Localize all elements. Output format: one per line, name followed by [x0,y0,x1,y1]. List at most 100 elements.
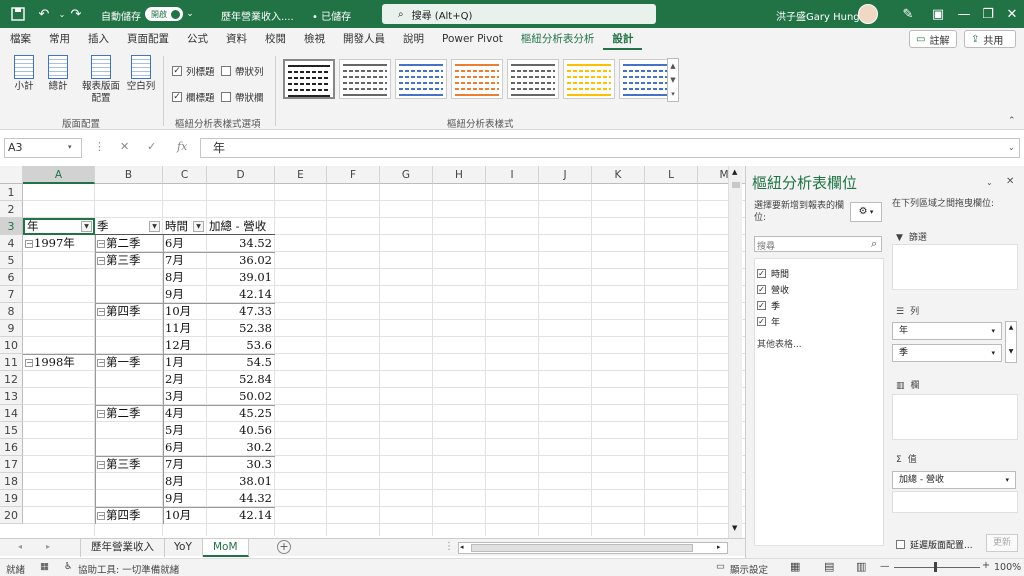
field-item-time[interactable]: ✓ 時間 [757,267,789,280]
report-layout-button[interactable]: 報表版面配置 [80,55,122,105]
pivot-value-cell[interactable]: 44.32 [207,490,275,507]
col-headers-checkbox[interactable]: ✓ 欄標題 [172,90,215,104]
row-header[interactable]: 2 [0,201,23,218]
zoom-slider[interactable] [894,562,980,572]
spreadsheet-grid[interactable]: A B C D E F G H I J K L M 1 2 3 4 5 6 7 8 9 10 11 12 13 14 15 16 17 18… [0,166,745,536]
rows-item-quarter[interactable]: 季 ▾ [892,344,1002,362]
avatar[interactable] [858,4,878,24]
row-header[interactable]: 14 [0,405,23,422]
zoom-slider-thumb[interactable] [934,562,937,572]
pivot-month-cell[interactable]: 10月 [163,507,207,524]
column-header[interactable]: G [380,166,433,184]
collapse-icon[interactable]: − [97,410,105,418]
row-header[interactable]: 11 [0,354,23,371]
undo-icon[interactable]: ↶ [34,4,54,24]
pivot-month-cell[interactable]: 3月 [163,388,207,405]
field-item-year[interactable]: ✓ 年 [757,315,780,328]
field-item-revenue[interactable]: ✓ 營收 [757,283,789,296]
pivot-value-cell[interactable]: 30.3 [207,456,275,473]
pivot-quarter-cell[interactable]: −第二季 [95,235,163,252]
column-header[interactable]: B [95,166,163,184]
pivot-value-cell[interactable]: 38.01 [207,473,275,490]
pane-close-icon[interactable]: ✕ [1006,176,1014,187]
collapse-icon[interactable]: − [97,461,105,469]
normal-view-icon[interactable]: ▦ [790,560,800,573]
expand-formula-icon[interactable]: ⌄ [1008,143,1015,152]
column-header[interactable]: I [486,166,539,184]
close-icon[interactable]: ✕ [1002,4,1022,24]
pivot-month-cell[interactable]: 1月 [163,354,207,371]
pivot-month-cell[interactable]: 7月 [163,456,207,473]
column-header[interactable]: K [592,166,645,184]
rows-scrollbar[interactable]: ▲ ▼ [1005,321,1017,363]
pivot-month-cell[interactable]: 6月 [163,439,207,456]
customize-qat-icon[interactable]: ⌄ [180,4,200,24]
scroll-down-icon[interactable]: ▼ [732,524,737,532]
column-header[interactable]: L [645,166,698,184]
search-box[interactable]: ⌕ 搜尋 (Alt+Q) [382,4,656,24]
pivot-style-swatch[interactable] [283,59,335,99]
pivot-month-cell[interactable]: 9月 [163,490,207,507]
row-header[interactable]: 12 [0,371,23,388]
row-header[interactable]: 20 [0,507,23,524]
column-header[interactable]: D [207,166,275,184]
rows-item-year[interactable]: 年 ▾ [892,322,1002,340]
pivot-value-cell[interactable]: 54.5 [207,354,275,371]
cancel-icon[interactable]: ✕ [120,140,129,153]
tab-power-pivot[interactable]: Power Pivot [433,28,512,50]
defer-layout-checkbox[interactable]: 延遲版面配置... [896,538,973,551]
scroll-thumb[interactable] [732,182,740,188]
comment-button[interactable]: ▭ 註解 [909,30,957,48]
name-box-dropdown-icon[interactable]: ▾ [68,143,72,151]
display-settings-icon[interactable]: ▭ [716,561,725,572]
row-header[interactable]: 16 [0,439,23,456]
more-tables-link[interactable]: 其他表格... [757,337,802,350]
tab-review[interactable]: 校閱 [256,28,295,50]
pivot-value-cell[interactable]: 36.02 [207,252,275,269]
document-title[interactable]: 歷年營業收入.... [221,8,294,23]
gallery-scroll[interactable]: ▲ ▼ ▾ [667,58,679,102]
collapse-ribbon-icon[interactable]: ⌃ [1008,116,1016,126]
pane-options-icon[interactable]: ⌄ [986,178,993,187]
pivot-quarter-cell[interactable]: −第四季 [95,303,163,320]
row-header[interactable]: 15 [0,422,23,439]
redo-icon[interactable]: ↷ [66,4,86,24]
pivot-month-cell[interactable]: 12月 [163,337,207,354]
pivot-month-cell[interactable]: 7月 [163,252,207,269]
collapse-icon[interactable]: − [97,257,105,265]
select-all-corner[interactable] [0,166,23,184]
row-header[interactable]: 6 [0,269,23,286]
tab-file[interactable]: 檔案 [0,28,40,50]
values-item-sum-revenue[interactable]: 加總 - 營收 ▾ [892,471,1016,489]
columns-area[interactable] [892,394,1018,440]
collapse-icon[interactable]: − [97,359,105,367]
accessibility-status[interactable]: 協助工具: 一切準備就緒 [78,562,179,576]
page-layout-view-icon[interactable]: ▤ [824,560,834,573]
field-search-box[interactable]: 搜尋 ⌕ [754,236,882,252]
column-header[interactable]: A [23,166,95,184]
collapse-icon[interactable]: − [97,512,105,520]
tab-pivot-analyze[interactable]: 樞紐分析表分析 [512,28,604,50]
row-header[interactable]: 19 [0,490,23,507]
formula-input[interactable]: 年 [200,138,1020,158]
row-header[interactable]: 13 [0,388,23,405]
row-header[interactable]: 3 [0,218,23,235]
horizontal-scrollbar[interactable]: ◂ ▸ [458,542,728,554]
collapse-icon[interactable]: − [97,308,105,316]
pivot-year-cell[interactable]: −1997年 [23,235,95,252]
row-header[interactable]: 8 [0,303,23,320]
macro-record-icon[interactable]: ▦ [40,561,49,572]
pivot-quarter-cell[interactable]: −第三季 [95,252,163,269]
row-header[interactable]: 7 [0,286,23,303]
filter-dropdown-icon[interactable]: ▼ [149,221,160,232]
filter-dropdown-icon[interactable]: ▼ [81,221,92,232]
blank-rows-button[interactable]: 空白列 [124,55,158,93]
collapse-icon[interactable]: − [25,240,33,248]
update-button[interactable]: 更新 [986,534,1018,552]
accessibility-icon[interactable]: ♿ [64,561,73,572]
page-break-view-icon[interactable]: ▥ [856,560,866,573]
pivot-month-cell[interactable]: 8月 [163,473,207,490]
row-header[interactable]: 5 [0,252,23,269]
add-sheet-icon[interactable]: + [277,540,291,554]
hscroll-options-icon[interactable]: ⋮ [444,541,454,552]
